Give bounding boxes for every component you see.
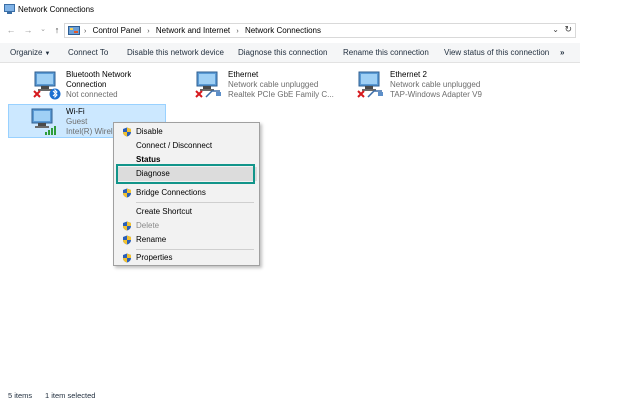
status-bar: 5 items 1 item selected <box>0 388 642 402</box>
connection-status: Network cable unplugged <box>228 80 319 89</box>
connection-name: Ethernet 2 <box>390 70 427 79</box>
connection-bluetooth[interactable]: Bluetooth Network Connection Not connect… <box>30 68 188 102</box>
up-arrow-icon[interactable]: ↑ <box>51 24 63 36</box>
menu-item-rename[interactable]: Rename <box>116 233 257 247</box>
uac-shield-icon <box>123 188 131 198</box>
connection-status: Not connected <box>66 90 118 99</box>
connection-adapter: Intel(R) Wirele <box>66 127 118 136</box>
connection-name: Ethernet <box>228 70 259 79</box>
organize-label: Organize <box>10 48 43 57</box>
menu-label: Bridge Connections <box>136 188 206 197</box>
crumb-network-connections[interactable]: Network Connections <box>245 26 321 35</box>
connection-text: Bluetooth Network Connection Not connect… <box>66 70 131 100</box>
view-status-button[interactable]: View status of this connection <box>444 48 549 57</box>
connection-status: Guest <box>66 117 88 126</box>
bluetooth-network-icon <box>33 71 61 100</box>
connection-ethernet[interactable]: Ethernet Network cable unplugged Realtek… <box>192 68 350 102</box>
uac-shield-icon <box>123 127 131 137</box>
menu-label: Connect / Disconnect <box>136 141 213 150</box>
organize-button[interactable]: Organize ▼ <box>10 48 50 57</box>
breadcrumb-separator-icon: › <box>147 28 150 35</box>
address-bar: ← → ⌄ ↑ › Control Panel › Network and In… <box>0 20 642 40</box>
window-title: Network Connections <box>18 5 95 14</box>
menu-item-properties[interactable]: Properties <box>116 251 257 265</box>
more-commands-button[interactable]: » <box>560 48 564 57</box>
recent-dropdown-icon[interactable]: ⌄ <box>37 24 49 36</box>
menu-item-delete[interactable]: Delete <box>116 219 257 233</box>
connection-adapter: TAP-Windows Adapter V9 <box>390 90 482 99</box>
connection-name: Wi-Fi <box>66 107 85 116</box>
connection-ethernet-2[interactable]: Ethernet 2 Network cable unplugged TAP-W… <box>354 68 512 102</box>
address-box[interactable]: › Control Panel › Network and Internet ›… <box>64 23 576 38</box>
menu-label: Rename <box>136 235 167 244</box>
breadcrumb-separator-icon: › <box>84 28 87 35</box>
connection-name: Bluetooth Network <box>66 70 132 79</box>
context-menu: Disable Connect / Disconnect Status Diag… <box>113 122 260 266</box>
menu-separator <box>136 249 254 250</box>
item-count: 5 items <box>8 391 33 400</box>
back-arrow-icon[interactable]: ← <box>5 24 17 36</box>
address-dropdown-icon[interactable]: ⌄ <box>552 25 559 34</box>
connection-status: Network cable unplugged <box>390 80 481 89</box>
dropdown-arrow-icon: ▼ <box>44 51 51 57</box>
crumb-network-and-internet[interactable]: Network and Internet <box>156 26 230 35</box>
network-connections-icon <box>4 4 15 14</box>
control-panel-icon <box>68 26 80 35</box>
ethernet-network-icon <box>357 71 383 98</box>
rename-connection-button[interactable]: Rename this connection <box>343 48 429 57</box>
breadcrumb-separator-icon: › <box>236 28 239 35</box>
menu-item-create-shortcut[interactable]: Create Shortcut <box>116 205 257 219</box>
diagnose-connection-button[interactable]: Diagnose this connection <box>238 48 327 57</box>
menu-separator <box>136 202 254 203</box>
refresh-icon[interactable]: ↻ <box>564 24 572 35</box>
connection-text: Ethernet 2 Network cable unplugged TAP-W… <box>390 70 482 100</box>
crumb-control-panel[interactable]: Control Panel <box>93 26 141 35</box>
menu-item-connect-disconnect[interactable]: Connect / Disconnect <box>116 139 257 153</box>
menu-item-disable[interactable]: Disable <box>116 125 257 139</box>
disable-device-button[interactable]: Disable this network device <box>127 48 224 57</box>
title-bar: Network Connections <box>0 0 642 20</box>
selection-count: 1 item selected <box>45 391 96 400</box>
menu-label: Disable <box>136 127 163 136</box>
menu-label: Properties <box>136 253 173 262</box>
menu-label: Delete <box>136 221 160 230</box>
connection-name-line2: Connection <box>66 80 107 89</box>
menu-label: Create Shortcut <box>136 207 193 216</box>
connection-text: Wi-Fi Guest Intel(R) Wirele <box>66 107 117 137</box>
ethernet-network-icon <box>195 71 221 98</box>
connect-to-button[interactable]: Connect To <box>68 48 108 57</box>
uac-shield-icon <box>123 235 131 245</box>
forward-arrow-icon[interactable]: → <box>22 24 34 36</box>
breadcrumb: › Control Panel › Network and Internet ›… <box>84 26 325 35</box>
connection-text: Ethernet Network cable unplugged Realtek… <box>228 70 334 100</box>
menu-item-bridge-connections[interactable]: Bridge Connections <box>116 186 257 200</box>
command-bar: Organize ▼ Connect To Disable this networ… <box>0 43 580 63</box>
connection-adapter: Realtek PCIe GbE Family C... <box>228 90 334 99</box>
wifi-network-icon <box>31 108 56 135</box>
uac-shield-icon <box>123 253 131 263</box>
highlight-box <box>116 164 255 184</box>
uac-shield-icon <box>123 221 131 231</box>
